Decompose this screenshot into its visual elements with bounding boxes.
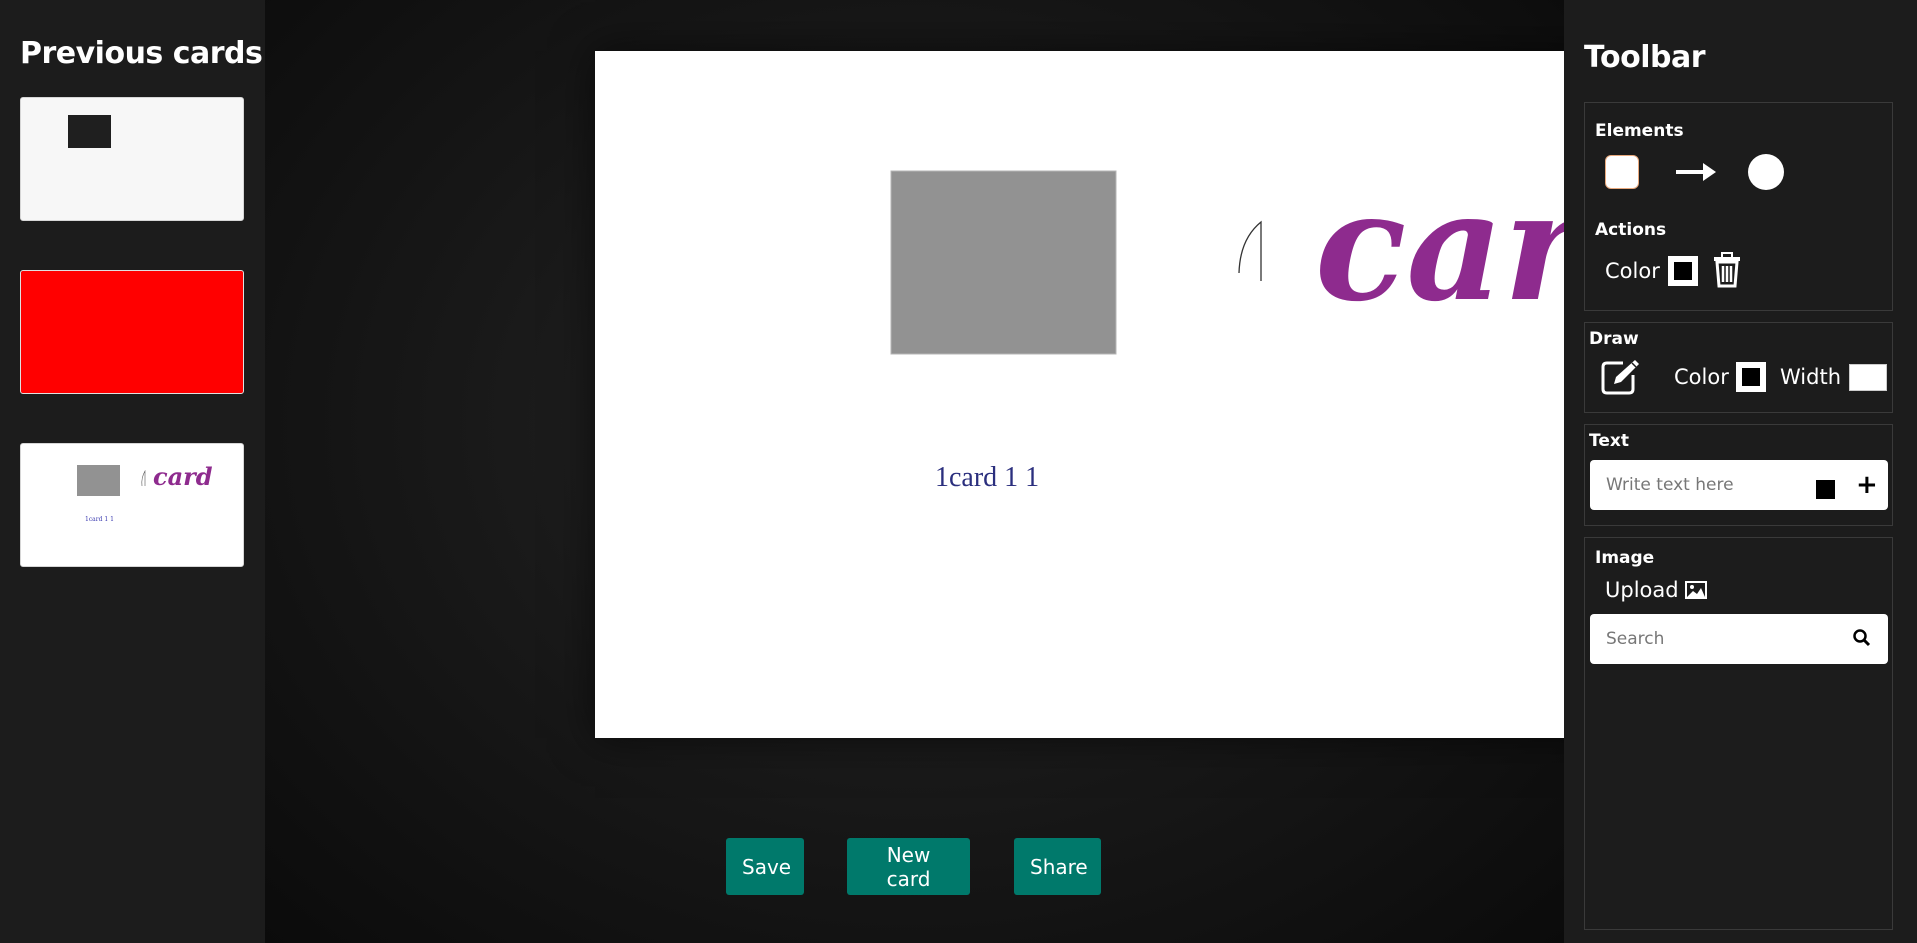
- text-heading: Text: [1589, 431, 1629, 451]
- toolbar-panel: Toolbar Elements Actions Color Draw Colo: [1564, 0, 1917, 943]
- square-icon[interactable]: [1605, 155, 1639, 189]
- text-section: Text +: [1584, 424, 1893, 526]
- actions-color-swatch[interactable]: [1668, 256, 1698, 286]
- text-input-wrap: +: [1590, 460, 1888, 510]
- draw-width-label: Width: [1780, 365, 1842, 389]
- upload-label: Upload: [1605, 578, 1679, 602]
- image-icon: [1684, 581, 1707, 599]
- previous-cards-title: Previous cards: [20, 36, 263, 71]
- previous-cards-panel: Previous cards card 1card 1 1: [0, 0, 265, 943]
- card-3-text: 1card 1 1: [85, 516, 114, 523]
- share-button[interactable]: Share: [1014, 838, 1101, 895]
- pencil-edit-icon[interactable]: [1599, 357, 1641, 395]
- canvas-rect[interactable]: [890, 170, 1117, 355]
- new-card-button[interactable]: New card: [847, 838, 970, 895]
- trash-icon[interactable]: [1712, 252, 1742, 288]
- save-button[interactable]: Save: [726, 838, 804, 895]
- toolbar-title: Toolbar: [1584, 40, 1706, 75]
- card-3-rect: [77, 465, 120, 496]
- arrow-icon[interactable]: [1675, 161, 1717, 183]
- plus-icon[interactable]: +: [1856, 469, 1878, 501]
- draw-color-swatch[interactable]: [1736, 362, 1766, 392]
- elements-section: Elements Actions Color: [1584, 102, 1893, 311]
- card-1-rect: [68, 115, 111, 148]
- card-3-drawn-word: card: [153, 462, 213, 491]
- image-search-wrap: [1590, 614, 1888, 664]
- card-3-preview: card 1card 1 1: [77, 462, 213, 523]
- text-input[interactable]: [1590, 460, 1826, 510]
- actions-heading: Actions: [1595, 220, 1667, 240]
- circle-icon[interactable]: [1748, 154, 1784, 190]
- previous-card-2[interactable]: [20, 270, 244, 394]
- canvas-pen-stroke[interactable]: [1238, 220, 1262, 281]
- draw-color-label: Color: [1674, 365, 1729, 389]
- canvas-text-element[interactable]: 1card 1 1: [935, 462, 1039, 493]
- elements-heading: Elements: [1595, 121, 1684, 141]
- card-3-stroke: [141, 469, 146, 487]
- search-icon[interactable]: [1852, 628, 1872, 648]
- previous-card-3[interactable]: card 1card 1 1: [20, 443, 244, 567]
- upload-button[interactable]: Upload: [1605, 578, 1707, 602]
- image-section: Image Upload: [1584, 537, 1893, 930]
- editor-area: card 1card 1 1: [265, 0, 1764, 943]
- image-heading: Image: [1595, 548, 1655, 568]
- text-color-swatch[interactable]: [1816, 480, 1835, 499]
- previous-card-1[interactable]: [20, 97, 244, 221]
- draw-heading: Draw: [1589, 329, 1639, 349]
- draw-section: Draw Color Width: [1584, 322, 1893, 413]
- image-search-input[interactable]: [1590, 614, 1846, 664]
- actions-color-label: Color: [1605, 259, 1660, 283]
- draw-width-input[interactable]: [1849, 364, 1887, 391]
